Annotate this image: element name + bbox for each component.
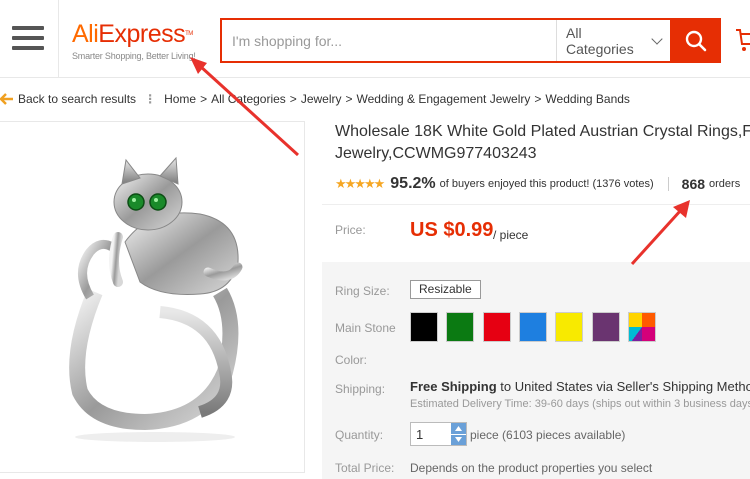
breadcrumb-wedding-bands[interactable]: Wedding Bands — [545, 92, 630, 106]
breadcrumb-gt: > — [200, 92, 208, 106]
rating-text[interactable]: of buyers enjoyed this product! (1376 vo… — [440, 178, 654, 190]
chevron-down-icon — [651, 32, 663, 45]
breadcrumb-gt: > — [534, 92, 542, 106]
product-title: Wholesale 18K White Gold Plated Austrian… — [335, 121, 750, 165]
price-value: US $0.99 — [410, 219, 494, 241]
breadcrumb-home[interactable]: Home — [164, 92, 196, 106]
search-bar: All Categories — [220, 18, 670, 63]
cart-icon[interactable] — [734, 22, 750, 56]
chevron-down-icon — [455, 437, 462, 443]
product-image-panel — [0, 121, 305, 473]
back-arrow-icon[interactable] — [0, 93, 14, 105]
category-select[interactable]: All Categories — [556, 20, 670, 61]
rating-row: ★★★★★ 95.2% of buyers enjoyed this produ… — [335, 173, 740, 195]
rating-divider — [667, 177, 669, 191]
breadcrumb-all-categories[interactable]: All Categories — [211, 92, 286, 106]
search-button[interactable] — [670, 18, 721, 63]
swatch-purple[interactable] — [592, 312, 620, 342]
product-image-cat-ring[interactable] — [0, 122, 305, 474]
delivery-estimate: Estimated Delivery Time: 39-60 days (shi… — [410, 398, 750, 410]
rating-percent: 95.2% — [390, 175, 436, 192]
product-title-line2: Jewelry,CCWMG977403243 — [335, 145, 537, 162]
product-title-line1: Wholesale 18K White Gold Plated Austrian… — [335, 123, 750, 140]
aliexpress-logo[interactable]: AliExpressTM Smarter Shopping, Better Li… — [72, 20, 202, 64]
search-input[interactable] — [222, 20, 556, 61]
site-header: AliExpressTM Smarter Shopping, Better Li… — [0, 0, 750, 78]
quantity-availability: piece (6103 pieces available) — [470, 428, 626, 442]
orders-count: 868 — [681, 176, 706, 192]
star-rating-icon[interactable]: ★★★★★ — [335, 176, 385, 192]
quantity-decrease-button[interactable] — [451, 434, 466, 445]
swatch-green[interactable] — [446, 312, 474, 342]
breadcrumb-gt: > — [345, 92, 353, 106]
header-divider — [58, 0, 59, 78]
category-select-label: All Categories — [566, 24, 634, 57]
quantity-label: Quantity: — [335, 428, 384, 442]
free-shipping-text: Free Shipping — [410, 379, 497, 394]
swatch-black[interactable] — [410, 312, 438, 342]
quantity-input[interactable] — [411, 423, 451, 445]
swatch-yellow[interactable] — [555, 312, 583, 342]
shipping-info: Free Shipping to United States via Selle… — [410, 379, 750, 394]
search-icon — [685, 30, 706, 51]
breadcrumb-wedding-engagement[interactable]: Wedding & Engagement Jewelry — [357, 92, 531, 106]
breadcrumb-jewelry[interactable]: Jewelry — [301, 92, 342, 106]
price-unit: / piece — [493, 228, 529, 242]
price-section: Price: US $0.99 / piece — [322, 204, 750, 258]
hamburger-menu-icon[interactable] — [12, 26, 44, 52]
shipping-label: Shipping: — [335, 382, 386, 396]
breadcrumb-separator: ⋮ — [144, 92, 157, 106]
quantity-spin — [451, 423, 466, 445]
product-options: Ring Size: Resizable Main Stone Color: S… — [322, 262, 750, 479]
swatch-multicolor[interactable] — [628, 312, 656, 342]
total-price-note: Depends on the product properties you se… — [410, 461, 653, 475]
main-stone-label: Main Stone — [335, 321, 396, 335]
ring-size-resizable-button[interactable]: Resizable — [410, 280, 481, 299]
shipping-method-link[interactable]: to United States via Seller's Shipping M… — [500, 379, 750, 394]
price-label: Price: — [335, 223, 366, 237]
logo-tagline: Smarter Shopping, Better Living! — [72, 51, 196, 61]
chevron-up-icon — [455, 425, 462, 431]
ring-size-label: Ring Size: — [335, 284, 390, 298]
total-price-label: Total Price: — [335, 461, 395, 475]
breadcrumb-gt: > — [289, 92, 297, 106]
quantity-increase-button[interactable] — [451, 423, 466, 435]
swatch-red[interactable] — [483, 312, 511, 342]
orders-label: orders — [709, 178, 741, 190]
breadcrumb: Back to search results ⋮ Home > All Cate… — [0, 90, 630, 108]
swatch-blue[interactable] — [519, 312, 547, 342]
quantity-stepper — [410, 422, 467, 446]
color-label: Color: — [335, 353, 368, 367]
logo-wordmark: AliExpressTM — [72, 20, 193, 48]
back-to-search-link[interactable]: Back to search results — [18, 92, 136, 106]
